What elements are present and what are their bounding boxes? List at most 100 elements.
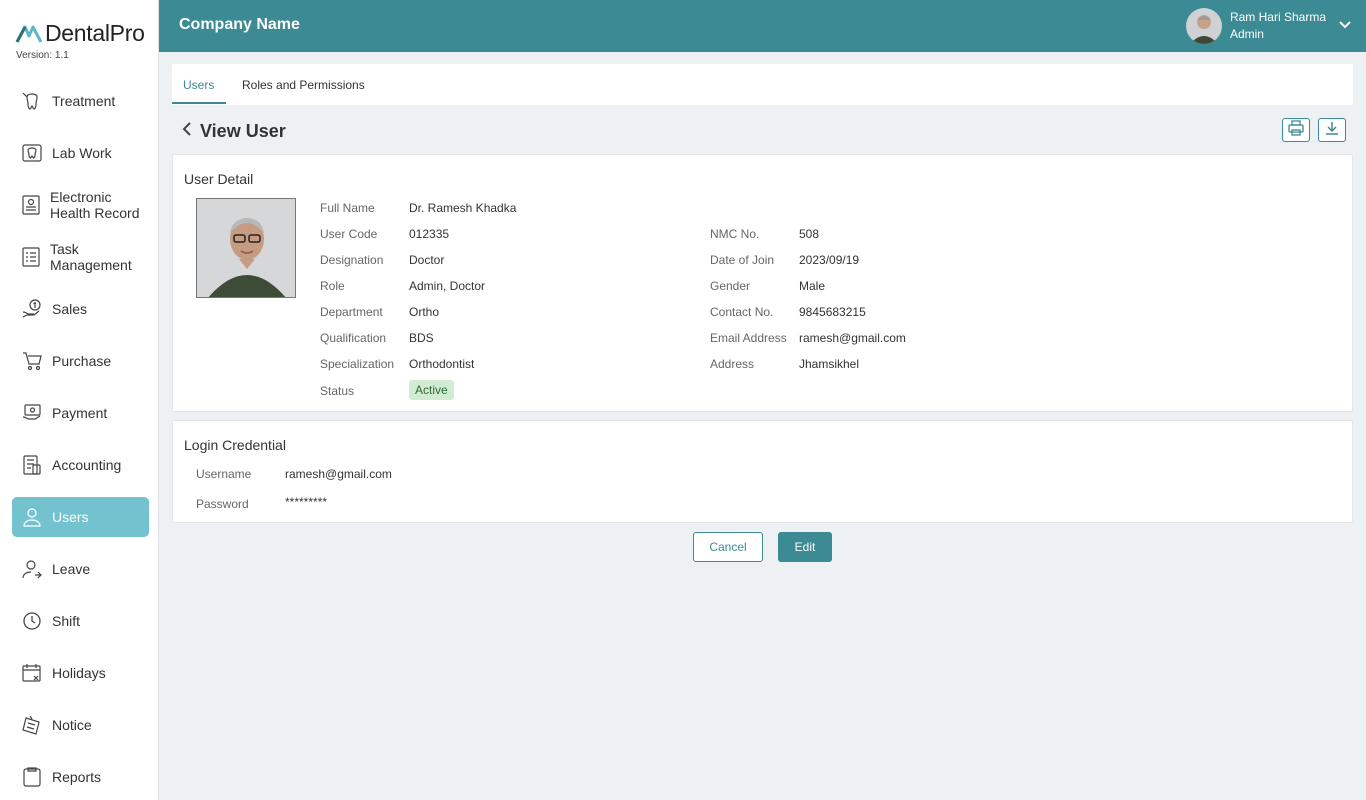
calendar-icon [20,661,44,685]
sidebar-item-treatment[interactable]: Treatment [12,81,149,121]
specialization-value: Orthodontist [409,357,475,371]
page-header: View User [180,119,286,144]
tab-bar: Users Roles and Permissions [172,64,1353,105]
email-address-value: ramesh@gmail.com [799,331,906,345]
sidebar-item-accounting[interactable]: Accounting [12,445,149,485]
reports-icon [20,765,44,789]
sidebar-item-label: Payment [52,405,108,421]
sidebar-item-label: Reports [52,769,102,785]
dentalpro-logo-icon [15,25,43,43]
sidebar-item-label: Electronic Health Record [50,189,140,221]
sidebar-item-reports[interactable]: Reports [12,757,149,797]
tab-roles-and-permissions[interactable]: Roles and Permissions [242,78,365,92]
sidebar: DentalPro Version: 1.1 Treatment Lab Wor… [0,0,159,800]
sidebar-item-label: Purchase [52,353,112,369]
payment-icon [20,401,44,425]
user-code-value: 012335 [409,227,450,241]
cancel-button[interactable]: Cancel [693,532,763,562]
sidebar-item-label: Holidays [52,665,106,681]
download-button[interactable] [1318,118,1346,142]
app-version: Version: 1.1 [16,50,69,61]
user-detail-title: User Detail [184,171,254,187]
user-detail-card: User Detail Full Name Dr. Ramesh Khadka … [172,154,1353,412]
sidebar-item-holidays[interactable]: Holidays [12,653,149,693]
sidebar-item-shift[interactable]: Shift [12,601,149,641]
sidebar-item-purchase[interactable]: Purchase [12,341,149,381]
full-name-label: Full Name [320,201,375,215]
back-arrow-icon[interactable] [180,119,194,144]
accounting-icon [20,453,44,477]
notice-icon [20,713,44,737]
leave-icon [20,557,44,581]
sidebar-item-label: Accounting [52,457,122,473]
print-icon [1287,119,1305,141]
gender-value: Male [799,279,826,293]
sidebar-item-leave[interactable]: Leave [12,549,149,589]
edit-button[interactable]: Edit [778,532,832,562]
address-label: Address [710,357,755,371]
app-logo: DentalPro [15,20,145,47]
user-code-label: User Code [320,227,378,241]
user-name: Ram Hari Sharma [1229,10,1326,24]
sales-icon [20,297,44,321]
full-name-value: Dr. Ramesh Khadka [409,201,517,215]
sidebar-item-label: Leave [52,561,91,577]
date-of-join-value: 2023/09/19 [799,253,860,267]
sidebar-item-label: Treatment [52,93,116,109]
chevron-down-icon[interactable] [1338,17,1352,35]
avatar [1185,8,1222,44]
sidebar-item-notice[interactable]: Notice [12,705,149,745]
status-badge: Active [409,380,454,400]
user-role: Admin [1229,27,1264,41]
qualification-value: BDS [409,331,434,345]
user-menu[interactable]: Ram Hari Sharma Admin [1185,8,1352,44]
health-record-icon [20,193,42,217]
contact-no-label: Contact No. [710,305,774,319]
sidebar-item-users[interactable]: Users [12,497,149,537]
tab-users[interactable]: Users [183,78,214,92]
sidebar-item-label: Shift [52,613,81,629]
company-name: Company Name [179,16,300,33]
sidebar-item-label: Sales [52,301,88,317]
sidebar-item-label: Notice [52,717,92,733]
qualification-label: Qualification [320,331,387,345]
active-tab-indicator [172,102,226,104]
login-credential-card: Login Credential Username ramesh@gmail.c… [172,420,1353,523]
task-list-icon [20,245,42,269]
nmc-no-value: 508 [799,227,820,241]
department-label: Department [320,305,383,319]
email-address-label: Email Address [710,331,787,345]
cart-icon [20,349,44,373]
sidebar-item-lab-work[interactable]: Lab Work [12,133,149,173]
login-credential-title: Login Credential [184,437,286,453]
sidebar-item-payment[interactable]: Payment [12,393,149,433]
sidebar-item-label: Lab Work [52,145,112,161]
tooth-treatment-icon [20,89,44,113]
print-button[interactable] [1282,118,1310,142]
role-value: Admin, Doctor [409,279,486,293]
page-title: View User [200,121,286,141]
sidebar-item-label: Task Management [50,241,132,273]
user-info: Ram Hari Sharma Admin [1230,9,1326,43]
sidebar-item-electronic-health-record[interactable]: Electronic Health Record [12,185,149,225]
sidebar-item-task-management[interactable]: Task Management [12,237,149,277]
designation-value: Doctor [409,253,445,267]
user-photo [196,198,296,298]
app-name: DentalPro [45,20,145,46]
sidebar-item-label: Users [52,509,89,525]
sidebar-item-sales[interactable]: Sales [12,289,149,329]
role-label: Role [320,279,345,293]
top-header: Company Name Ram Hari Sharma Admin [159,0,1366,52]
status-label: Status [320,384,355,398]
gender-label: Gender [710,279,751,293]
address-value: Jhamsikhel [799,357,860,371]
password-value: ********* [285,495,328,509]
lab-tooth-icon [20,141,44,165]
clock-icon [20,609,44,633]
password-label: Password [196,497,249,511]
sidebar-nav: Treatment Lab Work Electronic Health Rec… [12,81,149,800]
specialization-label: Specialization [320,357,395,371]
nmc-no-label: NMC No. [710,227,760,241]
date-of-join-label: Date of Join [710,253,775,267]
user-icon [20,505,44,529]
